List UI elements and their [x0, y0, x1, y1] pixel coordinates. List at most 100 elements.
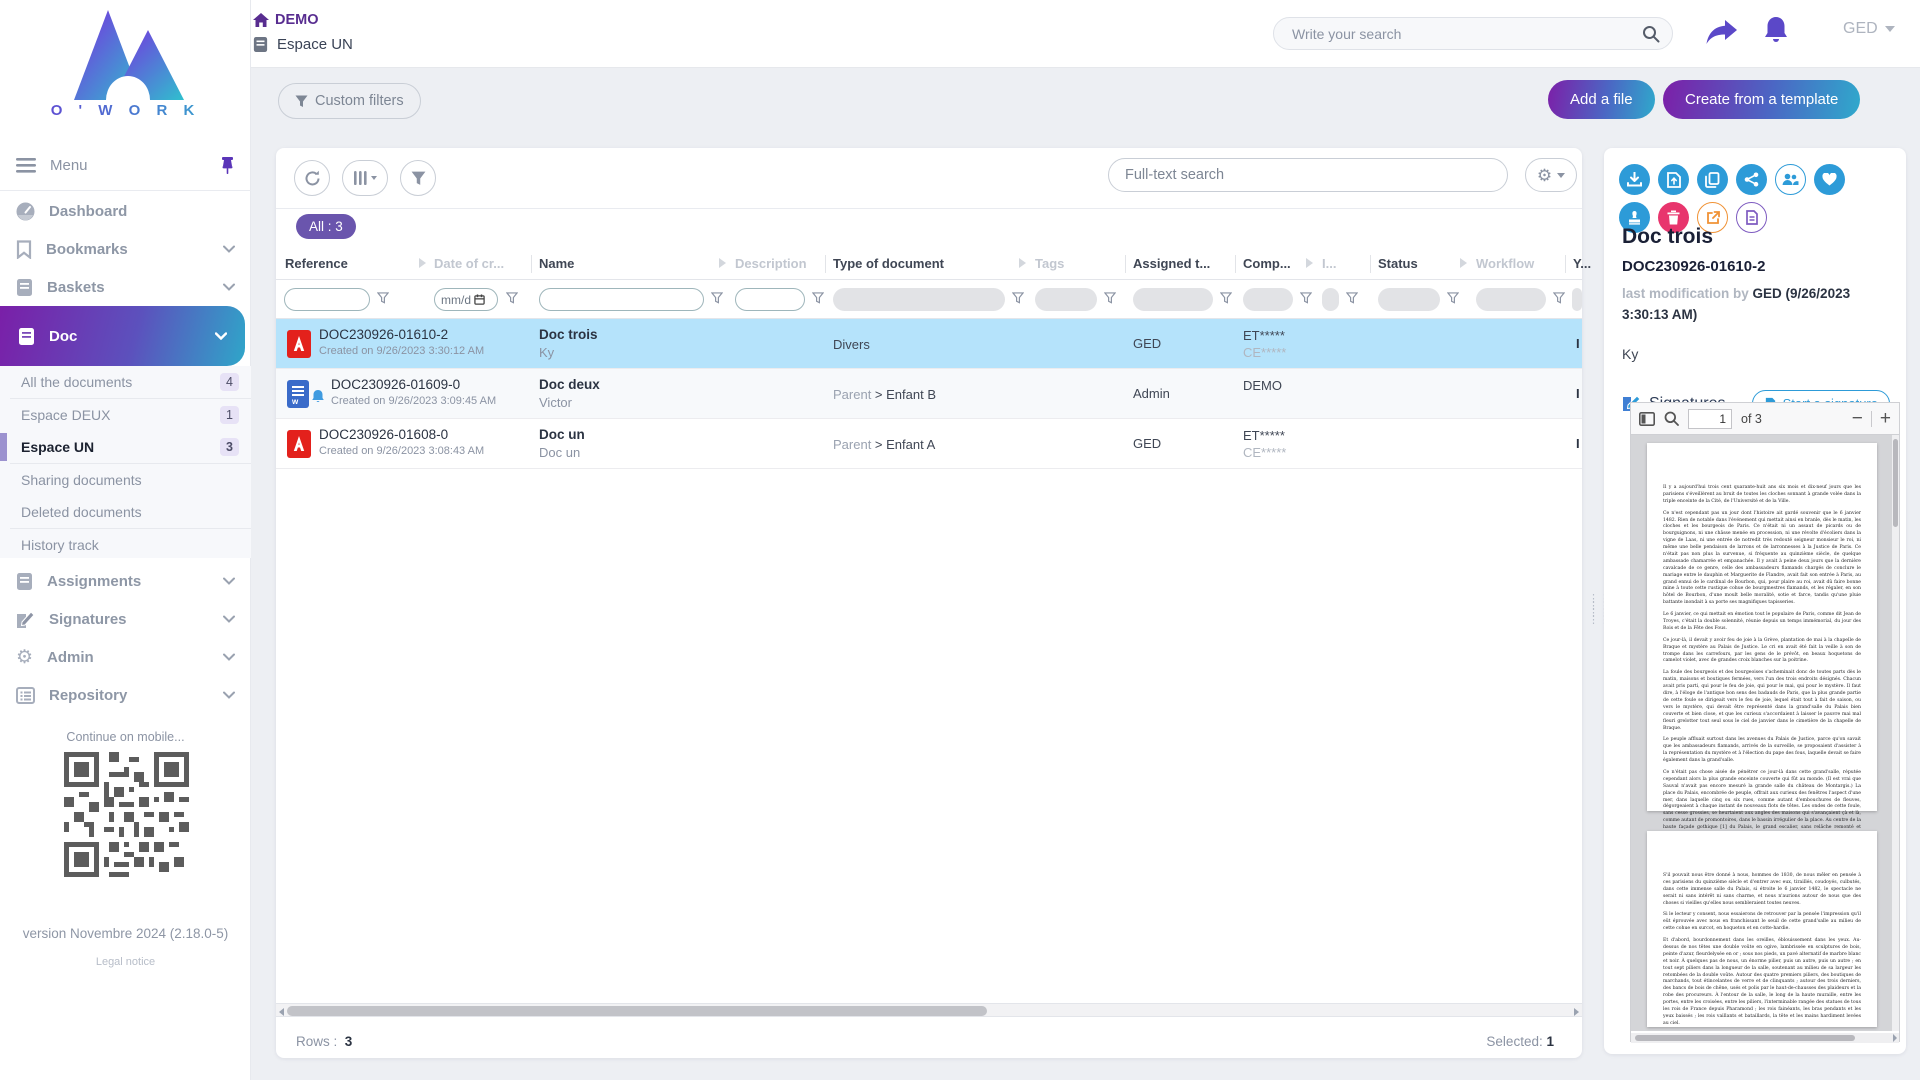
column-header-description[interactable]: Description: [735, 256, 807, 271]
pin-icon[interactable]: [220, 157, 235, 174]
fulltext-search-input[interactable]: [1125, 167, 1491, 183]
share-button[interactable]: [1736, 164, 1767, 195]
breadcrumb[interactable]: DEMO: [253, 12, 319, 28]
add-file-button[interactable]: Add a file: [1548, 80, 1655, 119]
create-from-template-button[interactable]: Create from a template: [1663, 80, 1860, 119]
filter-workflow[interactable]: [1476, 288, 1546, 311]
filter-y[interactable]: [1572, 288, 1582, 311]
column-header-status[interactable]: Status: [1378, 256, 1418, 271]
columns-button[interactable]: [342, 160, 388, 196]
scroll-left-arrow[interactable]: [279, 1008, 284, 1016]
column-header-tags[interactable]: Tags: [1035, 256, 1064, 271]
scroll-right-arrow[interactable]: [1574, 1008, 1579, 1016]
scrollbar-thumb[interactable]: [1893, 439, 1898, 527]
legal-notice-link[interactable]: Legal notice: [0, 956, 251, 968]
custom-filters-button[interactable]: Custom filters: [278, 83, 421, 119]
filter-funnel-icon[interactable]: [1104, 292, 1116, 304]
column-header-assigned[interactable]: Assigned t...: [1133, 256, 1210, 271]
filter-date[interactable]: mm/d: [434, 288, 498, 311]
user-menu[interactable]: GED: [1843, 20, 1895, 38]
zoom-in-button[interactable]: +: [1880, 408, 1891, 430]
filters-button[interactable]: [400, 160, 436, 196]
column-header-reference[interactable]: Reference: [285, 256, 348, 271]
filter-funnel-icon[interactable]: [1447, 292, 1459, 304]
filter-company[interactable]: [1243, 288, 1293, 311]
filter-funnel-icon[interactable]: [1346, 292, 1358, 304]
sidebar-item-baskets[interactable]: Baskets: [0, 268, 251, 306]
sidebar-item-bookmarks[interactable]: Bookmarks: [0, 230, 251, 268]
page-number-input[interactable]: [1688, 409, 1732, 429]
search-icon[interactable]: [1642, 25, 1660, 43]
sidebar-toggle-icon[interactable]: [1639, 412, 1655, 426]
book-icon: [16, 572, 33, 591]
filter-description[interactable]: [735, 288, 805, 311]
filter-reference[interactable]: [284, 288, 370, 311]
sidebar-item-sharing-documents[interactable]: Sharing documents: [0, 464, 251, 496]
sidebar-item-history-track[interactable]: History track: [0, 529, 251, 561]
menu-toggle[interactable]: Menu: [0, 148, 251, 182]
refresh-button[interactable]: [294, 160, 330, 196]
users-button[interactable]: [1775, 164, 1806, 195]
filter-funnel-icon[interactable]: [1012, 292, 1024, 304]
filter-funnel-icon[interactable]: [506, 292, 518, 304]
table-row[interactable]: DOC230926-01610-2 Created on 9/26/2023 3…: [276, 319, 1582, 369]
sidebar-item-dashboard[interactable]: Dashboard: [0, 192, 251, 230]
column-header-workflow[interactable]: Workflow: [1476, 256, 1534, 271]
panel-resize-handle[interactable]: ⋮⋮⋮⋮⋮⋮⋮⋮: [1588, 596, 1596, 624]
sort-caret-icon: [719, 258, 726, 268]
filter-name[interactable]: [539, 288, 704, 311]
column-header-y[interactable]: Y...: [1573, 256, 1591, 271]
sidebar-item-espace-un[interactable]: Espace UN 3: [0, 431, 251, 463]
scroll-right-arrow[interactable]: [1893, 1034, 1897, 1042]
all-count-chip[interactable]: All : 3: [296, 214, 356, 239]
share-nodes-icon: [1744, 172, 1759, 187]
column-header-company[interactable]: Comp...: [1243, 256, 1291, 271]
row-name: Doc deux: [539, 377, 600, 392]
scrollbar-thumb[interactable]: [287, 1006, 987, 1016]
sidebar-item-admin[interactable]: ⚙ Admin: [0, 638, 251, 676]
table-row[interactable]: w DOC230926-01609-0 Created on 9/26/2023…: [276, 369, 1582, 419]
sidebar-item-doc[interactable]: Doc: [0, 306, 245, 366]
pdf-horizontal-scrollbar[interactable]: [1631, 1033, 1899, 1043]
pdf-vertical-scrollbar[interactable]: [1892, 435, 1899, 1031]
sidebar-item-signatures[interactable]: Signatures: [0, 600, 251, 638]
row-company: ET*****: [1243, 328, 1286, 343]
filter-funnel-icon[interactable]: [1300, 292, 1312, 304]
search-icon[interactable]: [1664, 411, 1679, 426]
column-header-name[interactable]: Name: [539, 256, 574, 271]
table-settings-button[interactable]: ⚙: [1525, 158, 1577, 192]
filter-funnel-icon[interactable]: [1553, 292, 1565, 304]
share-forward-icon[interactable]: [1705, 18, 1739, 48]
pdf-pages-area[interactable]: Il y a aujourd'hui trois cent quarante-h…: [1631, 435, 1899, 1031]
detail-title: Doc trois: [1622, 225, 1713, 249]
table-row[interactable]: DOC230926-01608-0 Created on 9/26/2023 3…: [276, 419, 1582, 469]
sidebar-item-espace-deux[interactable]: Espace DEUX 1: [0, 399, 251, 431]
filter-type[interactable]: [833, 288, 1005, 311]
column-header-date[interactable]: Date of cr...: [434, 256, 504, 271]
filter-funnel-icon[interactable]: [377, 292, 389, 304]
global-search-input[interactable]: [1292, 26, 1642, 42]
import-file-button[interactable]: [1658, 164, 1689, 195]
filter-assigned[interactable]: [1133, 288, 1213, 311]
favorite-button[interactable]: [1814, 164, 1845, 195]
sidebar-item-repository[interactable]: Repository: [0, 676, 251, 714]
filter-funnel-icon[interactable]: [711, 292, 723, 304]
sidebar-item-assignments[interactable]: Assignments: [0, 562, 251, 600]
notifications-bell-icon[interactable]: [1763, 16, 1789, 46]
sidebar-item-deleted-documents[interactable]: Deleted documents: [0, 496, 251, 528]
document-button[interactable]: [1736, 202, 1767, 233]
table-horizontal-scrollbar[interactable]: [276, 1003, 1582, 1017]
filter-tags[interactable]: [1035, 288, 1097, 311]
column-header-i[interactable]: I...: [1322, 256, 1336, 271]
download-button[interactable]: [1619, 164, 1650, 195]
copy-button[interactable]: [1697, 164, 1728, 195]
signature-pen-icon: [16, 610, 35, 629]
sidebar-item-all-the-documents[interactable]: All the documents 4: [0, 366, 251, 398]
filter-funnel-icon[interactable]: [812, 292, 824, 304]
zoom-out-button[interactable]: −: [1852, 408, 1863, 430]
filter-funnel-icon[interactable]: [1220, 292, 1232, 304]
scrollbar-thumb[interactable]: [1635, 1035, 1855, 1041]
filter-i[interactable]: [1322, 288, 1339, 311]
filter-status[interactable]: [1378, 288, 1440, 311]
column-header-type[interactable]: Type of document: [833, 256, 944, 271]
